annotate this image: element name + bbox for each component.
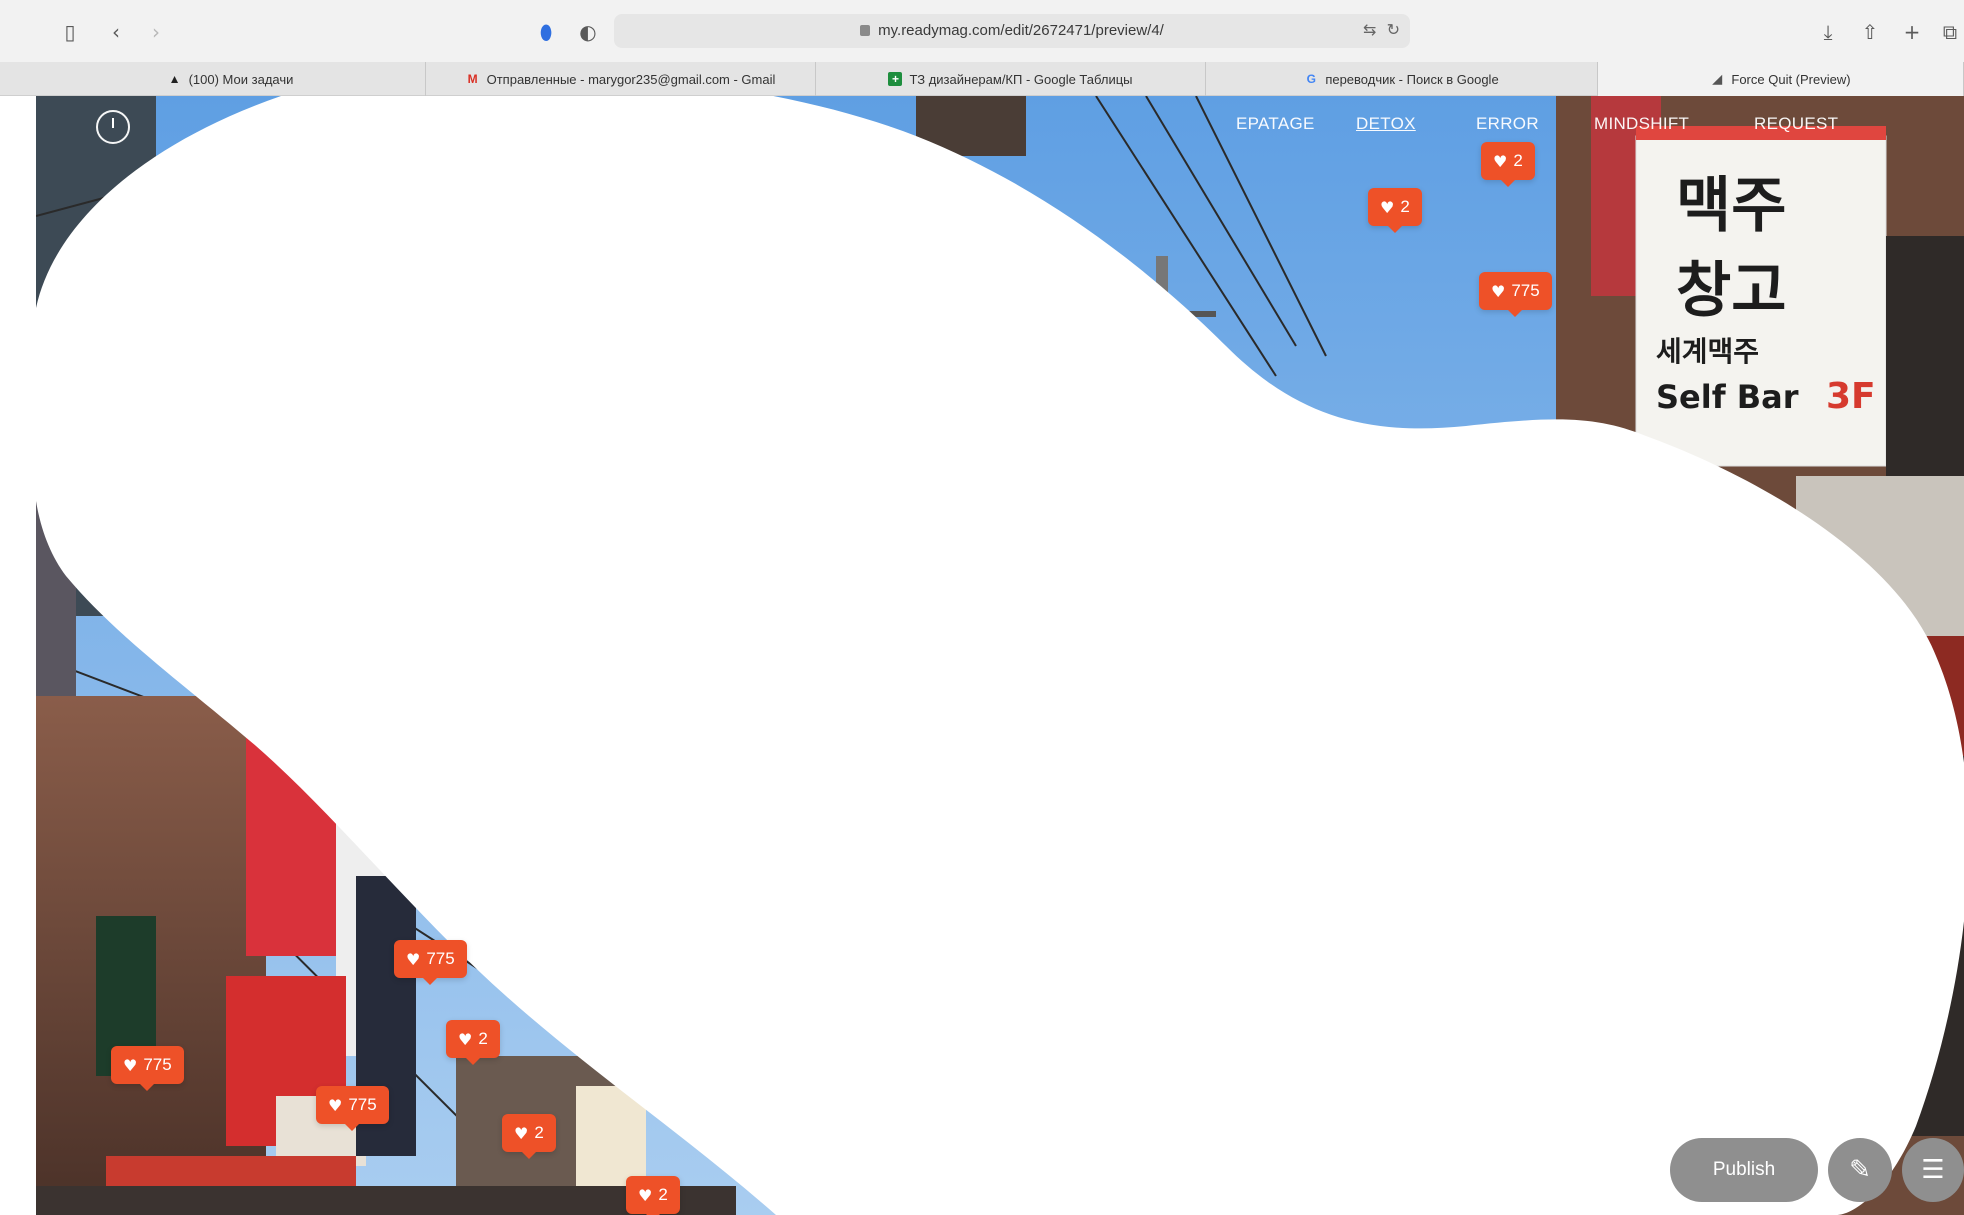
hamburger-icon[interactable]: ☰ (1902, 1138, 1964, 1202)
tab-overview-icon[interactable]: ⧉ (1936, 18, 1964, 46)
sidebar-toggle-icon[interactable]: ▯ (56, 18, 84, 46)
heart-icon: ♥ (458, 1029, 473, 1049)
like-count: 2 (1400, 197, 1410, 216)
tab-label: Отправленные - marygor235@gmail.com - Gm… (486, 71, 776, 87)
pencil-icon[interactable]: ✎ (1828, 1138, 1892, 1202)
site-logo-icon[interactable] (96, 110, 130, 144)
tab-label: переводчик - Поиск в Google (1325, 71, 1499, 87)
heart-icon: ♥ (1491, 281, 1506, 301)
nav-detox[interactable]: DETOX (1356, 114, 1416, 134)
back-icon[interactable]: ‹ (102, 18, 130, 46)
nav-epatage[interactable]: EPATAGE (1236, 114, 1315, 134)
tab-sheets[interactable]: + ТЗ дизайнерам/КП - Google Таблицы (816, 62, 1206, 96)
like-badge[interactable]: ♥ 2 (1368, 188, 1422, 233)
nav-request[interactable]: REQUEST (1754, 114, 1838, 134)
feather-icon: ◢ (1712, 72, 1722, 86)
heart-icon: ♥ (123, 1055, 138, 1075)
like-count: 2 (478, 1029, 488, 1048)
heart-icon: ♥ (328, 1095, 343, 1115)
heart-icon: ♥ (1380, 197, 1395, 217)
heart-icon: ♥ (638, 1185, 653, 1205)
reload-icon[interactable]: ↻ (1387, 20, 1400, 39)
like-count: 775 (426, 949, 455, 968)
tab-bar: ▲ (100) Мои задачи M Отправленные - mary… (0, 62, 1964, 96)
google-icon: G (1306, 72, 1316, 86)
tab-label: (100) Мои задачи (188, 71, 294, 87)
tab-label: ТЗ дизайнерам/КП - Google Таблицы (909, 71, 1133, 87)
heart-icon: ♥ (514, 1123, 529, 1143)
like-badge[interactable]: ♥ 2 (626, 1176, 680, 1215)
like-count: 2 (534, 1123, 544, 1142)
like-badge[interactable]: ♥ 775 (316, 1086, 389, 1131)
sign-text-4: Self Bar (1656, 378, 1799, 416)
share-icon[interactable]: ⇧ (1856, 18, 1884, 46)
download-icon[interactable]: ⤓ (1814, 18, 1842, 46)
notion-icon: ▲ (168, 72, 181, 86)
lock-icon (860, 25, 871, 36)
sign-text-3: 세계맥주 (1656, 335, 1759, 368)
nav-mindshift[interactable]: MINDSHIFT (1594, 114, 1689, 134)
like-count: 775 (1511, 281, 1540, 300)
sheets-icon: + (888, 72, 903, 86)
privacy-extension-icon[interactable]: ⬮ (532, 18, 560, 46)
street-photo-background: 맥주 창고 세계맥주 Self Bar 3F (36, 96, 1964, 1215)
tab-force-quit[interactable]: ◢ Force Quit (Preview) (1598, 62, 1964, 96)
tab-google-search[interactable]: G переводчик - Поиск в Google (1206, 62, 1598, 96)
forward-icon[interactable]: › (142, 18, 170, 46)
shield-icon[interactable]: ◐ (574, 18, 602, 46)
browser-toolbar: ▯ ‹ › ⬮ ◐ my.readymag.com/edit/2672471/p… (0, 0, 1964, 62)
tab-gmail[interactable]: M Отправленные - marygor235@gmail.com - … (426, 62, 816, 96)
heart-icon: ♥ (1493, 151, 1508, 171)
new-tab-icon[interactable]: + (1898, 18, 1926, 46)
like-badge[interactable]: ♥ 775 (1479, 272, 1552, 317)
screen: ▯ ‹ › ⬮ ◐ my.readymag.com/edit/2672471/p… (0, 0, 1964, 1215)
like-badge[interactable]: ♥ 2 (1481, 142, 1535, 187)
sign-text-1: 맥주 (1676, 171, 1786, 241)
like-badge[interactable]: ♥ 2 (502, 1114, 556, 1159)
tab-tasks[interactable]: ▲ (100) Мои задачи (36, 62, 426, 96)
like-count: 2 (1513, 151, 1523, 170)
sign-text-5: 3F (1826, 376, 1876, 417)
sign-text-2: 창고 (1676, 256, 1786, 326)
like-badge[interactable]: ♥ 2 (446, 1020, 500, 1065)
like-count: 2 (658, 1185, 668, 1204)
like-count: 775 (143, 1055, 172, 1074)
gmail-icon: M (467, 72, 478, 86)
nav-error[interactable]: ERROR (1476, 114, 1539, 134)
page-left-margin (0, 96, 36, 1215)
like-badge[interactable]: ♥ 775 (394, 940, 467, 985)
tab-label: Force Quit (Preview) (1731, 71, 1851, 87)
like-count: 775 (348, 1095, 377, 1114)
readymag-preview: 맥주 창고 세계맥주 Self Bar 3F EPATAGE DETOX ERR… (36, 96, 1964, 1215)
address-bar[interactable]: my.readymag.com/edit/2672471/preview/4/ … (614, 14, 1410, 48)
like-badge[interactable]: ♥ 775 (111, 1046, 184, 1091)
heart-icon: ♥ (406, 949, 421, 969)
translate-icon[interactable]: ⇆ (1363, 20, 1376, 39)
url-text: my.readymag.com/edit/2672471/preview/4/ (878, 22, 1164, 39)
publish-button[interactable]: Publish (1670, 1138, 1818, 1202)
